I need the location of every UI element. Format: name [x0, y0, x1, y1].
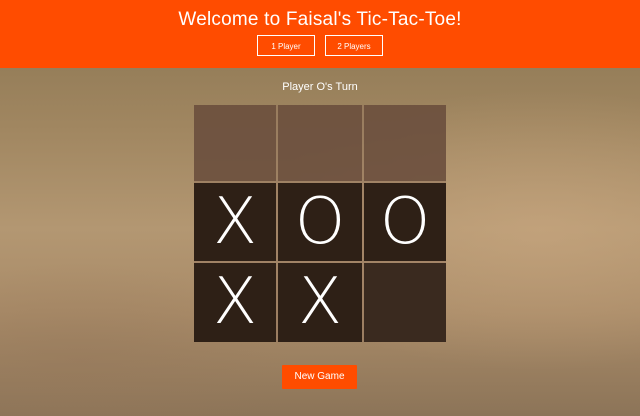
board-cell-2[interactable]	[278, 105, 362, 181]
board-cell-4[interactable]: X	[194, 183, 276, 261]
board-cell-6[interactable]: O	[364, 183, 446, 261]
mode-selector: 1 Player 2 Players	[0, 35, 640, 56]
page-title: Welcome to Faisal's Tic-Tac-Toe!	[178, 9, 462, 30]
two-players-button[interactable]: 2 Players	[325, 35, 383, 56]
one-player-button[interactable]: 1 Player	[257, 35, 315, 56]
board-cell-7[interactable]: X	[194, 263, 276, 342]
board-cell-3[interactable]	[364, 105, 446, 181]
new-game-button[interactable]: New Game	[282, 365, 357, 389]
board-cell-1[interactable]	[194, 105, 276, 181]
header-bar: Welcome to Faisal's Tic-Tac-Toe! 1 Playe…	[0, 0, 640, 68]
game-board: X O O X X	[194, 105, 446, 342]
turn-indicator: Player O's Turn	[282, 81, 358, 93]
board-cell-9[interactable]	[364, 263, 446, 342]
board-cell-8[interactable]: X	[278, 263, 362, 342]
board-cell-5[interactable]: O	[278, 183, 362, 261]
